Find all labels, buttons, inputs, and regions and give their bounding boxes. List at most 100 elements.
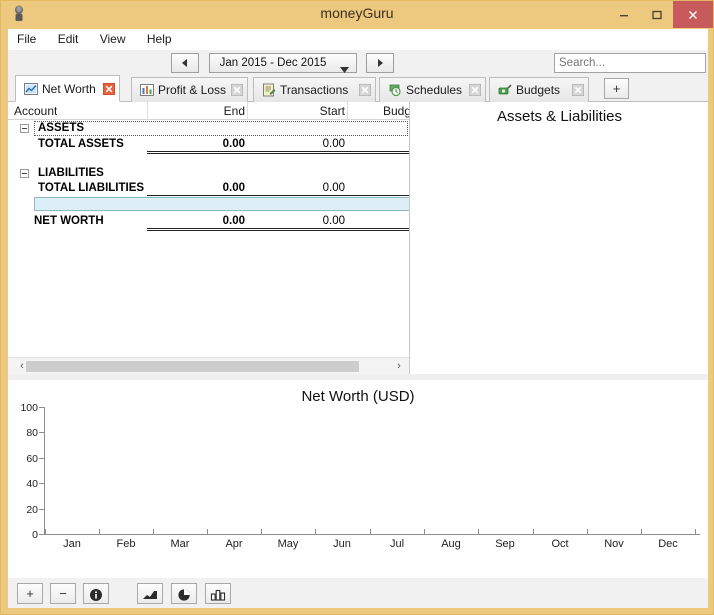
table-body: ASSETS TOTAL ASSETS 0.00 0.00 LIABILITIE… bbox=[8, 121, 409, 356]
column-header-budget[interactable]: Budget bbox=[383, 104, 409, 118]
tab-net-worth-label: Net Worth bbox=[42, 81, 96, 96]
previous-period-button[interactable] bbox=[171, 53, 199, 73]
x-tick-mark bbox=[587, 529, 588, 535]
tab-bar: Net Worth Profit & Loss Transactions Sch… bbox=[8, 75, 708, 102]
application-window: moneyGuru File Edit View Help Jan 2015 -… bbox=[0, 0, 714, 615]
tab-schedules[interactable]: Schedules bbox=[379, 77, 486, 102]
new-tab-button[interactable]: + bbox=[604, 78, 629, 99]
menu-file[interactable]: File bbox=[8, 29, 45, 48]
focus-indicator bbox=[34, 121, 408, 136]
table-row[interactable]: TOTAL LIABILITIES 0.00 0.00 bbox=[8, 181, 409, 198]
x-tick-label: Dec bbox=[658, 538, 678, 550]
x-tick-label: Jan bbox=[63, 538, 81, 550]
tab-net-worth[interactable]: Net Worth bbox=[15, 75, 120, 102]
next-period-button[interactable] bbox=[366, 53, 394, 73]
search-input[interactable] bbox=[554, 53, 706, 73]
y-tick-mark bbox=[39, 407, 44, 408]
menu-view[interactable]: View bbox=[91, 29, 135, 48]
close-button[interactable] bbox=[673, 1, 713, 28]
y-tick-mark bbox=[39, 509, 44, 510]
tab-budgets[interactable]: Budgets bbox=[489, 77, 589, 102]
scrollbar-thumb[interactable] bbox=[26, 361, 359, 372]
chevron-down-icon bbox=[340, 62, 349, 76]
table-row[interactable]: ASSETS bbox=[8, 121, 409, 136]
menu-bar: File Edit View Help bbox=[8, 29, 708, 50]
x-tick-label: Sep bbox=[495, 538, 515, 550]
menu-help[interactable]: Help bbox=[138, 29, 181, 48]
y-tick-label: 20 bbox=[26, 504, 38, 516]
menu-edit[interactable]: Edit bbox=[49, 29, 88, 48]
row-account-label: TOTAL ASSETS bbox=[38, 138, 124, 150]
x-tick-mark bbox=[641, 529, 642, 535]
selected-row-highlight[interactable] bbox=[34, 197, 409, 211]
tab-schedules-label: Schedules bbox=[406, 83, 463, 97]
tab-schedules-close-icon[interactable] bbox=[468, 83, 482, 97]
add-account-button[interactable]: + bbox=[17, 583, 43, 604]
table-row-spacer bbox=[8, 152, 409, 167]
row-account-label: LIABILITIES bbox=[38, 167, 104, 179]
column-header-end[interactable]: End bbox=[183, 104, 245, 118]
tab-profit-loss-label: Profit & Loss bbox=[158, 83, 227, 97]
column-divider[interactable] bbox=[247, 102, 248, 120]
tab-profit-loss-close-icon[interactable] bbox=[230, 83, 244, 97]
plus-icon: + bbox=[26, 586, 34, 601]
x-tick-mark bbox=[533, 529, 534, 535]
y-tick-label: 40 bbox=[26, 478, 38, 490]
x-axis-line bbox=[44, 534, 700, 535]
date-range-label: Jan 2015 - Dec 2015 bbox=[219, 57, 327, 69]
tab-budgets-label: Budgets bbox=[516, 83, 561, 97]
area-graph-button[interactable] bbox=[137, 583, 163, 604]
total-underline bbox=[347, 228, 409, 231]
collapse-assets-icon[interactable] bbox=[20, 124, 29, 133]
table-row-selected[interactable] bbox=[8, 197, 409, 212]
column-header-account[interactable]: Account bbox=[14, 104, 57, 118]
close-icon bbox=[689, 10, 697, 19]
net-worth-table-pane: Account End Start Budget ASSETS TOTAL AS… bbox=[8, 102, 410, 374]
x-tick-mark bbox=[99, 529, 100, 535]
toolbar: Jan 2015 - Dec 2015 bbox=[8, 50, 708, 76]
remove-account-button[interactable]: − bbox=[50, 583, 76, 604]
account-info-button[interactable] bbox=[83, 583, 109, 604]
total-underline bbox=[247, 228, 347, 231]
chart-title: Net Worth (USD) bbox=[301, 388, 415, 405]
row-end-value: 0.00 bbox=[222, 182, 245, 194]
pie-chart-icon bbox=[178, 589, 190, 601]
table-horizontal-scrollbar[interactable]: ‹ › bbox=[8, 357, 409, 374]
table-row[interactable]: NET WORTH 0.00 0.00 bbox=[8, 214, 409, 231]
scroll-right-arrow[interactable]: › bbox=[391, 360, 407, 373]
pie-chart-button[interactable] bbox=[171, 583, 197, 604]
y-tick-mark bbox=[39, 432, 44, 433]
column-header-start[interactable]: Start bbox=[283, 104, 345, 118]
x-tick-label: Nov bbox=[604, 538, 624, 550]
minimize-icon bbox=[620, 14, 628, 16]
collapse-liabilities-icon[interactable] bbox=[20, 169, 29, 178]
table-row[interactable]: LIABILITIES bbox=[8, 166, 409, 181]
y-tick-label: 60 bbox=[26, 453, 38, 465]
total-underline bbox=[147, 228, 247, 231]
tab-transactions[interactable]: Transactions bbox=[253, 77, 376, 102]
row-account-label: ASSETS bbox=[38, 122, 85, 134]
left-triangle-icon bbox=[182, 59, 187, 67]
table-row[interactable]: TOTAL ASSETS 0.00 0.00 bbox=[8, 137, 409, 154]
assets-liabilities-pie-pane: Assets & Liabilities bbox=[411, 102, 708, 374]
x-tick-mark bbox=[261, 529, 262, 535]
tab-profit-loss[interactable]: Profit & Loss bbox=[131, 77, 248, 102]
columns-button[interactable] bbox=[205, 583, 231, 604]
title-bar: moneyGuru bbox=[1, 1, 713, 28]
main-content-area: Account End Start Budget ASSETS TOTAL AS… bbox=[8, 102, 708, 374]
right-triangle-icon bbox=[378, 59, 383, 67]
x-tick-mark bbox=[153, 529, 154, 535]
column-divider[interactable] bbox=[347, 102, 348, 120]
maximize-button[interactable] bbox=[642, 1, 672, 28]
x-tick-mark bbox=[207, 529, 208, 535]
tab-budgets-close-icon[interactable] bbox=[571, 83, 585, 97]
minimize-button[interactable] bbox=[609, 1, 639, 28]
tab-net-worth-close-icon[interactable] bbox=[102, 82, 116, 95]
column-divider[interactable] bbox=[147, 102, 148, 120]
tab-transactions-close-icon[interactable] bbox=[358, 83, 372, 97]
budgets-icon bbox=[498, 83, 512, 97]
x-tick-label: Jun bbox=[333, 538, 351, 550]
date-range-selector[interactable]: Jan 2015 - Dec 2015 bbox=[209, 53, 357, 73]
bar-columns-icon bbox=[210, 589, 226, 601]
x-tick-label: Oct bbox=[551, 538, 569, 550]
